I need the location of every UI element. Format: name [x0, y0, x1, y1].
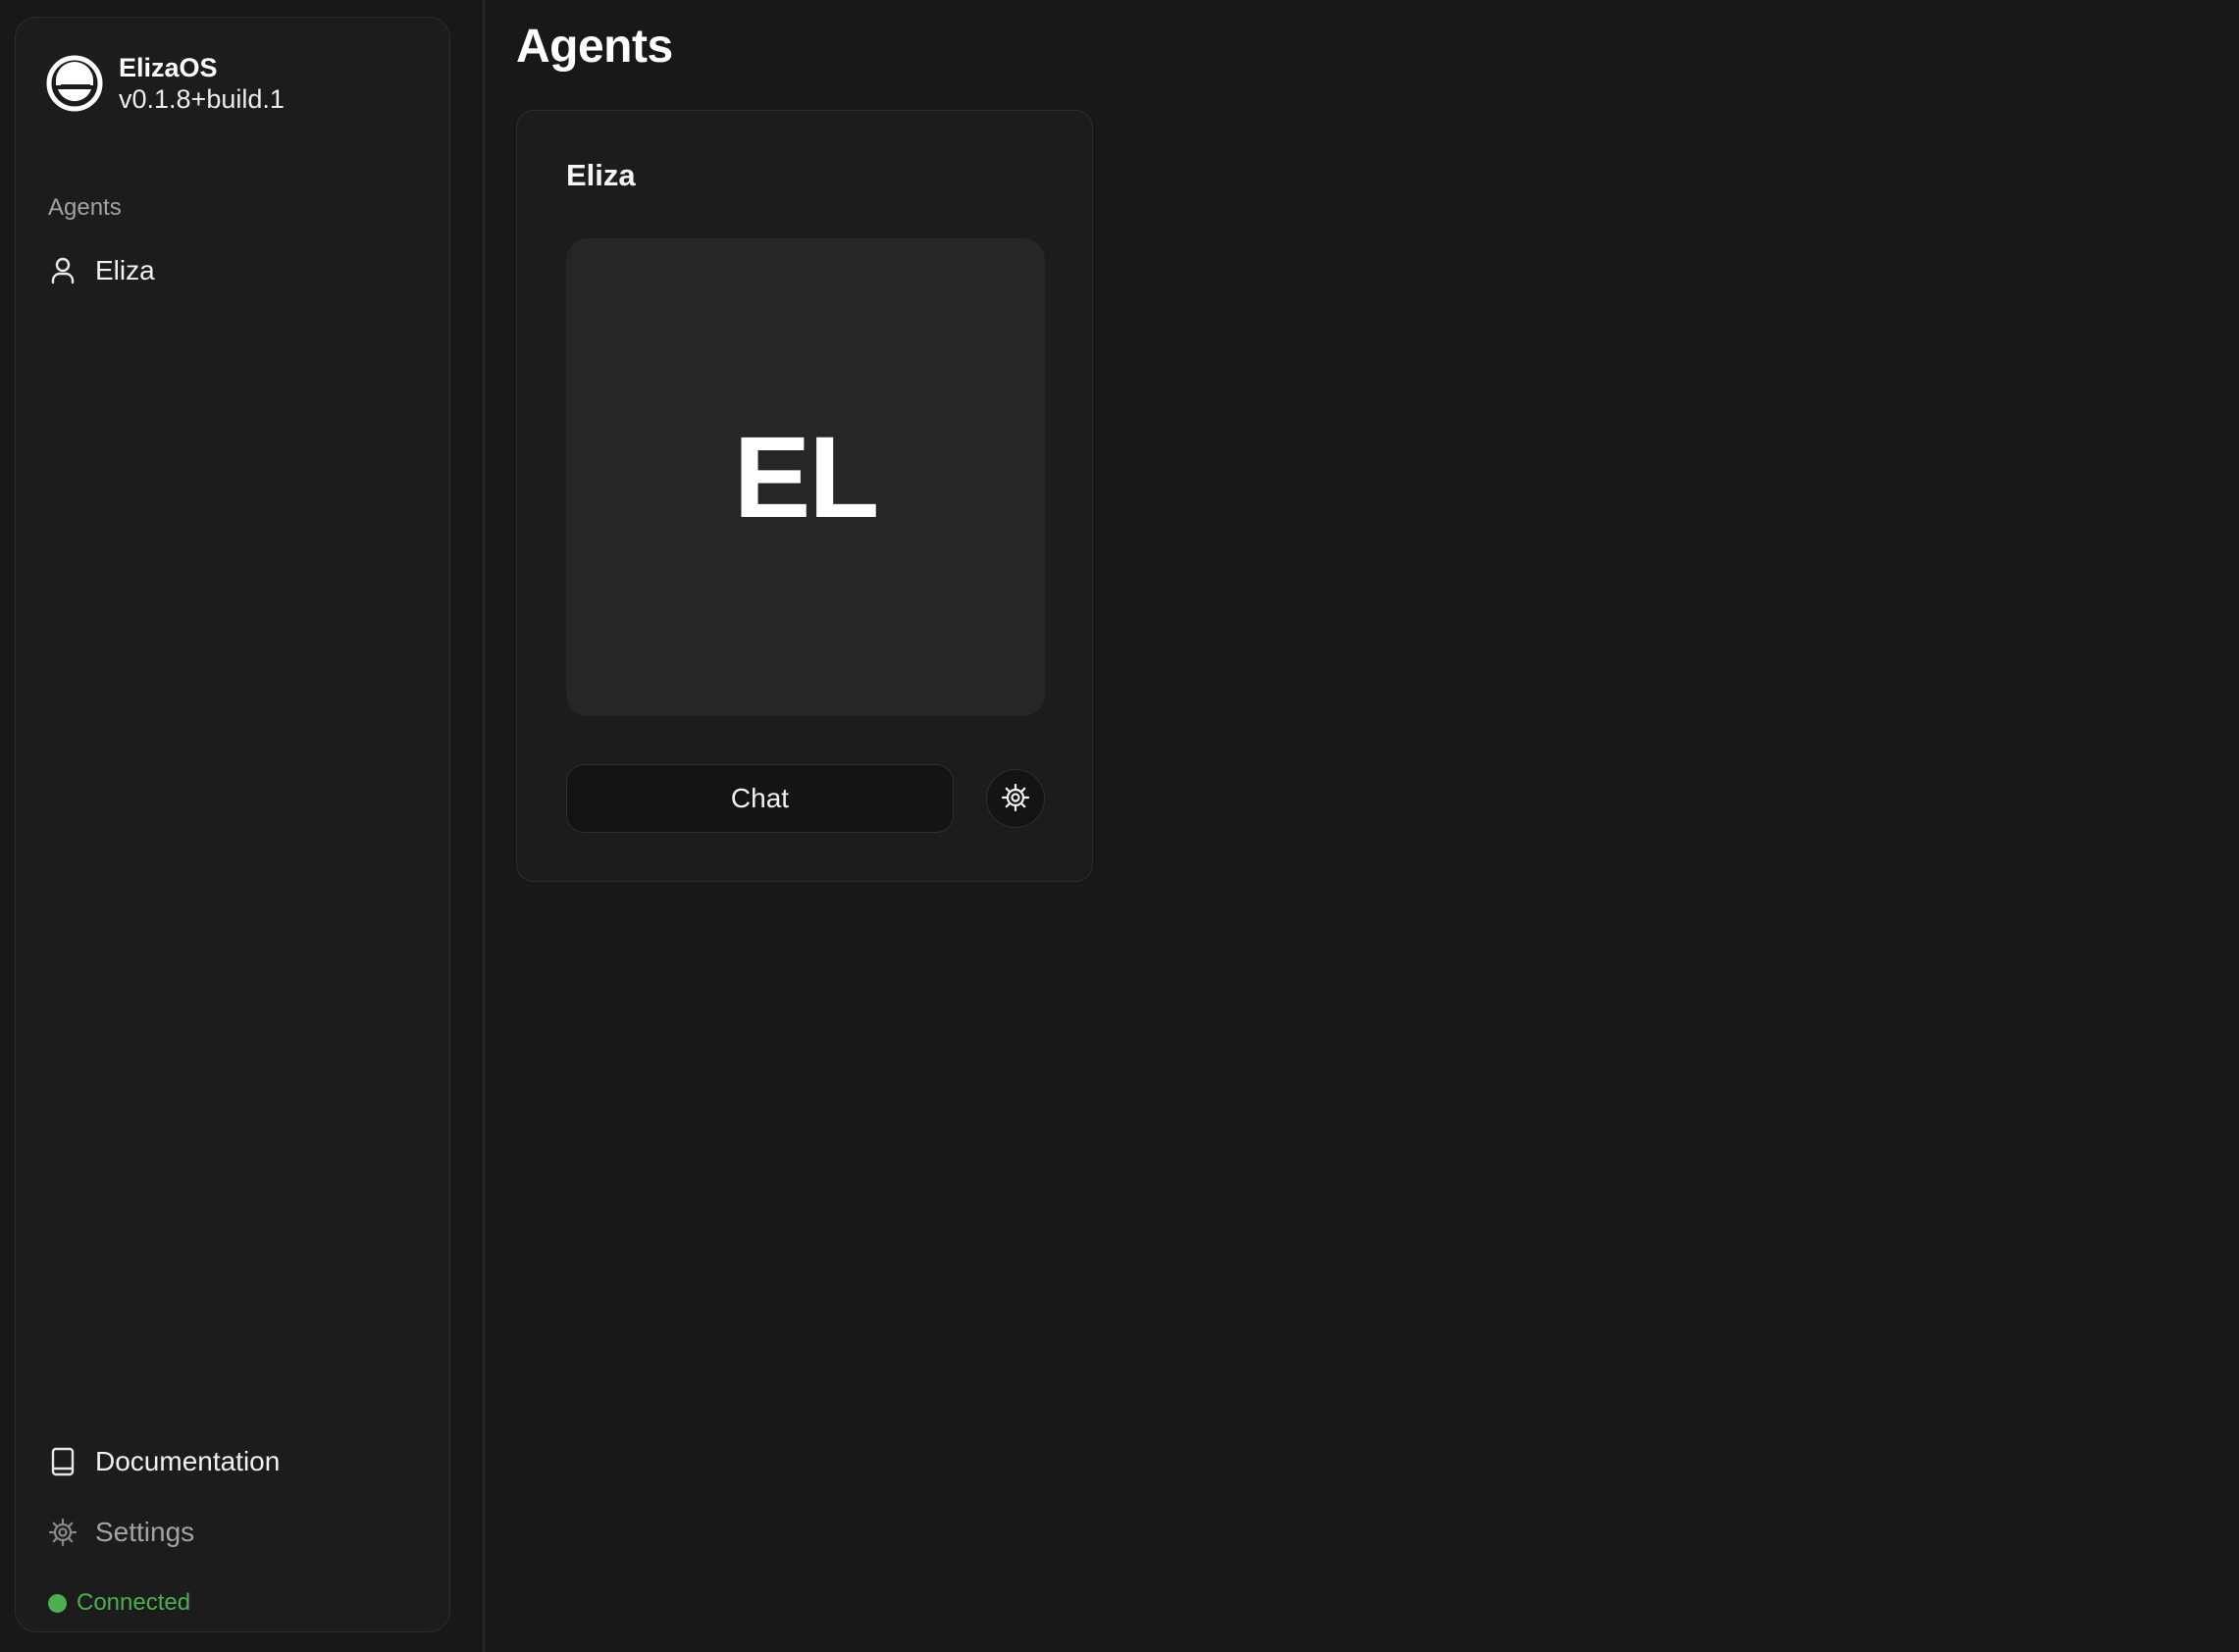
sidebar-item-label: Eliza	[95, 255, 155, 285]
sidebar-item-documentation[interactable]: Documentation	[48, 1440, 280, 1483]
user-icon	[48, 256, 78, 285]
sidebar-item-label: Settings	[95, 1517, 195, 1547]
sidebar-divider	[483, 0, 485, 1652]
cog-icon	[1001, 783, 1030, 815]
connection-status: Connected	[48, 1589, 190, 1617]
chat-button[interactable]: Chat	[566, 764, 954, 833]
avatar-initials: EL	[733, 412, 880, 542]
agent-card-title: Eliza	[566, 158, 636, 192]
brand-header[interactable]: ElizaOS v0.1.8+build.1	[46, 52, 285, 115]
app-version: v0.1.8+build.1	[119, 84, 285, 114]
sidebar-item-label: Documentation	[95, 1446, 281, 1476]
agent-avatar: EL	[566, 238, 1045, 716]
agent-card: Eliza EL Chat	[516, 110, 1093, 882]
sidebar-item-eliza[interactable]: Eliza	[48, 249, 155, 292]
sidebar-item-settings[interactable]: Settings	[48, 1511, 194, 1554]
status-dot-icon	[48, 1593, 67, 1613]
elizaos-logo-icon	[46, 55, 103, 112]
agents-section-label: Agents	[48, 194, 122, 221]
agent-settings-button[interactable]	[986, 769, 1045, 828]
sidebar: ElizaOS v0.1.8+build.1 Agents Eliza Docu…	[15, 17, 450, 1632]
status-label: Connected	[77, 1589, 191, 1616]
app-name: ElizaOS	[119, 53, 218, 82]
book-icon	[48, 1447, 78, 1476]
cog-icon	[48, 1518, 78, 1547]
page-title: Agents	[516, 21, 673, 73]
